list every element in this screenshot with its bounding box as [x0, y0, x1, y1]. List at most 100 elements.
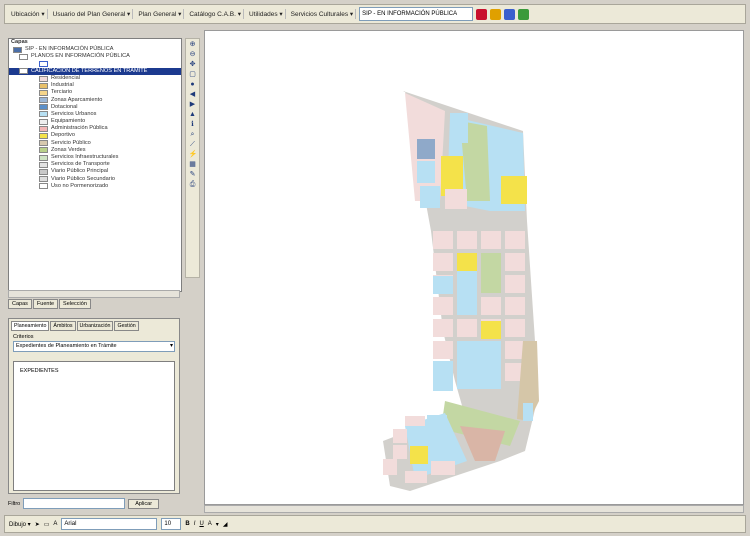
toolbar-menu-ubicacion[interactable]: Ubicación ▾: [9, 9, 48, 19]
sports-block[interactable]: [457, 253, 477, 271]
orange-tool-button[interactable]: [490, 8, 502, 20]
text-icon[interactable]: A: [53, 521, 57, 527]
toolbar-menu-usuario[interactable]: Usuario del Plan General ▾: [51, 9, 134, 19]
parcel[interactable]: [433, 341, 453, 359]
parcel[interactable]: [405, 471, 427, 483]
red-tool-button[interactable]: [476, 8, 488, 20]
hyperlink-icon[interactable]: ⚡: [189, 151, 198, 159]
zoom-in-icon[interactable]: ⊕: [189, 41, 197, 49]
back-arrow-icon[interactable]: ◀: [189, 91, 197, 99]
list-item[interactable]: EXPEDIENTES: [20, 368, 168, 374]
pointer-icon[interactable]: ➤: [35, 521, 40, 528]
parcel[interactable]: [433, 319, 453, 337]
tab-capas[interactable]: Capas: [8, 299, 32, 309]
toolbar-menu-plan[interactable]: Plan General ▾: [136, 9, 185, 19]
parcel[interactable]: [445, 189, 467, 209]
parcel[interactable]: [495, 134, 523, 172]
sports-block[interactable]: [410, 446, 428, 464]
print-icon[interactable]: ⎙: [189, 181, 197, 189]
service-block[interactable]: [457, 341, 501, 389]
toolbar-menu-utilidades[interactable]: Utilidades ▾: [247, 9, 286, 19]
tab-gestion[interactable]: Gestión: [114, 321, 139, 331]
layer-combo[interactable]: SIP - EN INFORMACIÓN PÚBLICA: [359, 7, 474, 21]
parcel[interactable]: [505, 319, 525, 337]
draw-menu[interactable]: Dibujo ▾: [9, 521, 31, 528]
parcel[interactable]: [405, 416, 425, 426]
tab-seleccion[interactable]: Selección: [59, 299, 91, 309]
parcel[interactable]: [505, 275, 525, 293]
line-color-icon[interactable]: ◢: [223, 521, 228, 528]
legend-item: Equipamiento: [9, 118, 181, 125]
toc-group[interactable]: PLANOS EN INFORMACIÓN PÚBLICA: [9, 53, 181, 60]
select-icon[interactable]: ▲: [189, 111, 197, 119]
globe-icon[interactable]: ●: [189, 81, 197, 89]
parcel[interactable]: [420, 111, 438, 133]
zoom-out-icon[interactable]: ⊖: [189, 51, 197, 59]
italic-button[interactable]: I: [194, 521, 196, 527]
filter-input[interactable]: [23, 498, 126, 509]
parcel[interactable]: [433, 297, 453, 315]
parcel[interactable]: [433, 253, 453, 271]
dotational-block[interactable]: [417, 139, 435, 159]
toolbar-menu-catalogo[interactable]: Catálogo C.A.B. ▾: [187, 9, 245, 19]
measure-icon[interactable]: ⟋: [189, 141, 197, 149]
tab-ambitos[interactable]: Ámbitos: [50, 321, 76, 331]
parcel[interactable]: [393, 445, 407, 459]
tab-urbanizacion[interactable]: Urbanización: [76, 321, 114, 331]
parcel[interactable]: [420, 186, 440, 208]
parcel[interactable]: [427, 415, 447, 427]
chevron-down-icon[interactable]: ▾: [170, 342, 173, 351]
map-view[interactable]: [204, 30, 744, 505]
toc-selected-layer[interactable]: CALIFICACIÓN DE TERRENOS EN TRAMITE: [9, 67, 181, 75]
tab-fuente[interactable]: Fuente: [32, 299, 59, 309]
service-block[interactable]: [433, 361, 453, 391]
criteria-select-value: Expedientes de Planeamiento en Trámite: [16, 343, 117, 349]
layout-icon[interactable]: ▦: [189, 161, 197, 169]
criteria-select[interactable]: Expedientes de Planeamiento en Trámite ▾: [13, 341, 175, 352]
pan-icon[interactable]: ✥: [189, 61, 197, 69]
parcel[interactable]: [393, 429, 407, 443]
parcel[interactable]: [505, 297, 525, 315]
underline-button[interactable]: U: [199, 521, 203, 527]
green-tool-button[interactable]: [518, 8, 530, 20]
forward-arrow-icon[interactable]: ▶: [189, 101, 197, 109]
service-block[interactable]: [417, 161, 435, 183]
green-area[interactable]: [481, 253, 501, 293]
font-color-button[interactable]: A: [208, 521, 212, 527]
service-block[interactable]: [433, 276, 453, 294]
urban-plan-map[interactable]: [205, 31, 743, 504]
size-combo[interactable]: 10: [161, 518, 182, 530]
parcel[interactable]: [481, 297, 501, 315]
sports-block[interactable]: [481, 321, 501, 339]
parcel[interactable]: [431, 461, 455, 475]
identify-icon[interactable]: ℹ: [189, 121, 197, 129]
checkbox-icon[interactable]: [19, 68, 28, 75]
font-combo[interactable]: Arial: [61, 518, 158, 530]
legend-item: Terciario: [9, 89, 181, 96]
full-extent-icon[interactable]: ▢: [189, 71, 197, 79]
find-icon[interactable]: ⌕: [189, 131, 197, 139]
toc-scrollbar[interactable]: [8, 290, 180, 298]
map-scrollbar[interactable]: [204, 505, 744, 513]
tab-planeamiento[interactable]: Planeamiento: [11, 321, 50, 331]
toolbar-menu-servicios[interactable]: Servicios Culturales ▾: [289, 9, 357, 19]
parcel[interactable]: [481, 231, 501, 249]
pencil-icon[interactable]: ✎: [189, 171, 197, 179]
parcel[interactable]: [433, 231, 453, 249]
left-tabs: Capas Fuente Selección: [8, 299, 91, 309]
parcel[interactable]: [457, 319, 477, 337]
rectangle-icon[interactable]: ▭: [44, 521, 50, 528]
parcel[interactable]: [383, 459, 397, 475]
parcel[interactable]: [457, 231, 477, 249]
fill-color-icon[interactable]: ▾: [216, 521, 219, 528]
sports-block[interactable]: [501, 176, 527, 204]
parcel[interactable]: [505, 231, 525, 249]
blue-tool-button[interactable]: [504, 8, 516, 20]
bold-button[interactable]: B: [185, 521, 189, 527]
parcel[interactable]: [450, 113, 468, 143]
parcel[interactable]: [505, 253, 525, 271]
apply-button[interactable]: Aplicar: [128, 498, 160, 509]
checkbox-icon[interactable]: [39, 61, 48, 68]
checkbox-icon[interactable]: [19, 53, 28, 60]
parcel[interactable]: [523, 403, 533, 421]
